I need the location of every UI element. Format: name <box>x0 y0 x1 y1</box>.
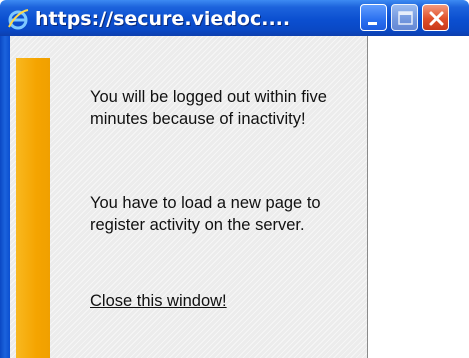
minimize-button[interactable] <box>360 4 387 31</box>
activity-info-text: You have to load a new page to register … <box>90 194 321 234</box>
maximize-icon <box>398 11 413 25</box>
notice-panel: You will be logged out within five minut… <box>10 36 368 358</box>
close-icon <box>429 11 444 26</box>
internet-explorer-icon <box>8 9 29 30</box>
accent-bar <box>16 58 50 358</box>
window-titlebar[interactable]: https://secure.viedoc.... <box>0 0 469 36</box>
window-title: https://secure.viedoc.... <box>35 8 291 30</box>
window-frame-left <box>0 36 10 358</box>
logout-warning-text: You will be logged out within five minut… <box>90 88 327 128</box>
window-content: You will be logged out within five minut… <box>10 36 469 358</box>
close-window-link[interactable]: Close this window! <box>90 290 227 312</box>
maximize-button[interactable] <box>391 4 418 31</box>
close-button[interactable] <box>422 4 449 31</box>
minimize-icon <box>368 22 377 25</box>
